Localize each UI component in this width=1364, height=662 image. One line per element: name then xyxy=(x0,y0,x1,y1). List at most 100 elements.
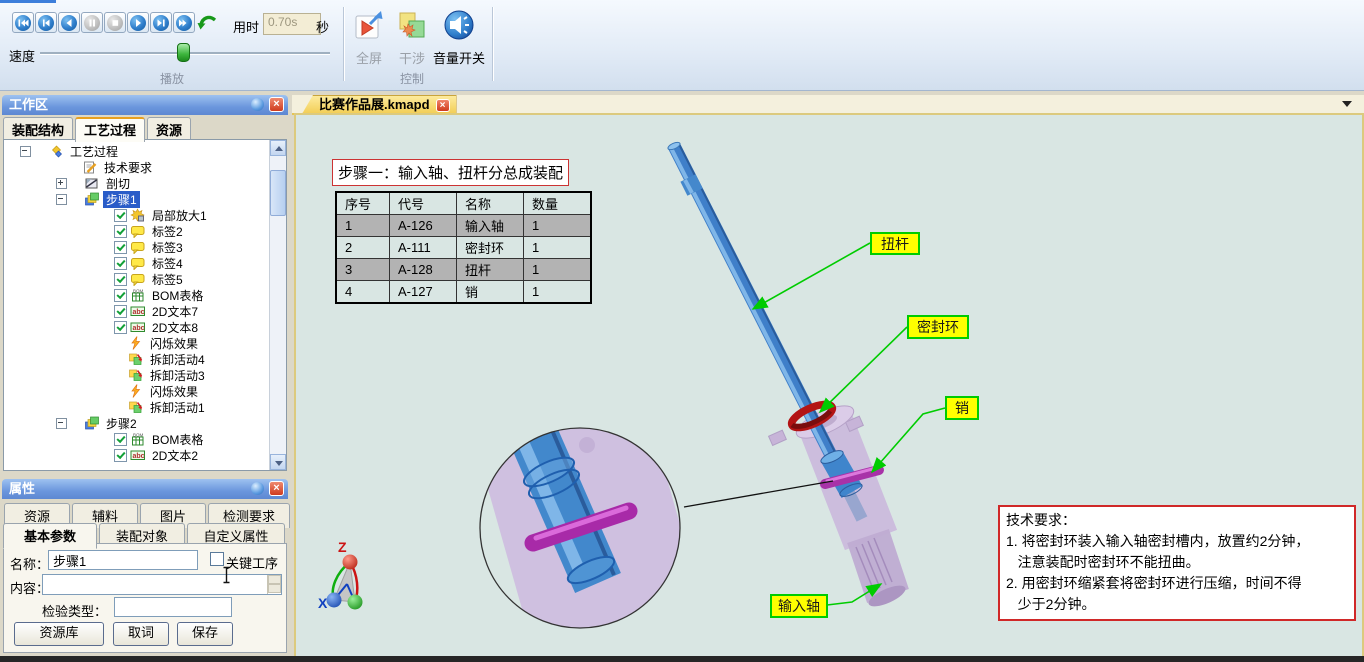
tree-item-2D文本2[interactable]: abc2D文本2 xyxy=(4,447,269,463)
tree-item-标签3[interactable]: 标签3 xyxy=(4,239,269,255)
bom-icon: BOM xyxy=(130,432,145,446)
input-shaft-housing[interactable] xyxy=(769,399,909,610)
visibility-checkbox[interactable] xyxy=(114,449,127,462)
elapsed-time-label: 用时 xyxy=(233,17,259,36)
tree-item-工艺过程[interactable]: 工艺过程 xyxy=(4,143,269,159)
tree-item-剖切[interactable]: 剖切 xyxy=(4,175,269,191)
part-label-seal-ring: 密封环 xyxy=(907,315,969,339)
autohide-pin-icon[interactable] xyxy=(251,482,264,495)
interference-button[interactable]: 干涉 xyxy=(393,10,431,67)
expand-icon[interactable] xyxy=(56,178,67,189)
tab-overflow-icon[interactable] xyxy=(1342,101,1352,107)
axis-triad[interactable]: Z X xyxy=(318,539,363,611)
bom-header-cell: 名称 xyxy=(457,192,524,215)
取词-button[interactable]: 取词 xyxy=(113,622,169,646)
pause-button[interactable] xyxy=(81,12,103,33)
tree-item-拆卸活动3[interactable]: 拆卸活动3 xyxy=(4,367,269,383)
bom-row: 1A-126输入轴1 xyxy=(336,215,591,237)
tree-item-标签2[interactable]: 标签2 xyxy=(4,223,269,239)
tree-item-label: 标签2 xyxy=(149,223,186,240)
scroll-up-icon[interactable] xyxy=(270,140,286,156)
tree-item-闪烁效果[interactable]: 闪烁效果 xyxy=(4,383,269,399)
bom-header-cell: 代号 xyxy=(390,192,457,215)
scroll-down-icon[interactable] xyxy=(270,454,286,470)
bom-cell: 1 xyxy=(524,259,592,281)
bom-row: 4A-127销1 xyxy=(336,281,591,304)
visibility-checkbox[interactable] xyxy=(114,321,127,334)
spinner-icon[interactable] xyxy=(267,575,281,594)
skip-start-button[interactable] xyxy=(12,12,34,33)
skip-end-button[interactable] xyxy=(173,12,195,33)
key-process-checkbox[interactable] xyxy=(210,552,224,566)
资源库-button[interactable]: 资源库 xyxy=(14,622,104,646)
close-document-icon[interactable]: × xyxy=(436,99,450,112)
collapse-icon[interactable] xyxy=(56,194,67,205)
bom-cell: 密封环 xyxy=(457,237,524,259)
check-type-input[interactable] xyxy=(114,597,232,617)
workspace-close-icon[interactable]: × xyxy=(269,97,284,112)
prop-tab-基本参数[interactable]: 基本参数 xyxy=(3,523,97,549)
name-input[interactable] xyxy=(48,550,198,570)
bom-cell: A-126 xyxy=(390,215,457,237)
tree-item-局部放大1[interactable]: 局部放大1 xyxy=(4,207,269,223)
visibility-checkbox[interactable] xyxy=(114,305,127,318)
play-back-icon xyxy=(62,16,76,30)
scrollbar-thumb[interactable] xyxy=(270,170,286,216)
speed-slider-thumb[interactable] xyxy=(177,43,190,62)
tree-item-BOM表格[interactable]: BOMBOM表格 xyxy=(4,431,269,447)
fullscreen-button[interactable]: 全屏 xyxy=(348,10,390,67)
interference-icon xyxy=(396,10,428,42)
loop-button[interactable] xyxy=(196,12,218,33)
visibility-checkbox[interactable] xyxy=(114,273,127,286)
tree-item-BOM表格[interactable]: BOMBOM表格 xyxy=(4,287,269,303)
techreq-icon xyxy=(82,160,97,174)
collapse-icon[interactable] xyxy=(20,146,31,157)
bom-cell: 3 xyxy=(336,259,390,281)
tree-item-2D文本7[interactable]: abc2D文本7 xyxy=(4,303,269,319)
collapse-icon[interactable] xyxy=(56,418,67,429)
tree-scrollbar[interactable] xyxy=(269,140,286,470)
visibility-checkbox[interactable] xyxy=(114,289,127,302)
tree-item-闪烁效果[interactable]: 闪烁效果 xyxy=(4,335,269,351)
bom-cell: 1 xyxy=(524,237,592,259)
autohide-pin-icon[interactable] xyxy=(251,98,264,111)
play-button[interactable] xyxy=(127,12,149,33)
tree-item-标签5[interactable]: 标签5 xyxy=(4,271,269,287)
3d-viewport[interactable]: Z X 步骤一：输入轴、扭杆分总成装配 序号代号名称数量1A-126输入轴12A… xyxy=(294,113,1364,658)
bubble-icon xyxy=(130,224,145,238)
step-next-button[interactable] xyxy=(150,12,172,33)
visibility-checkbox[interactable] xyxy=(114,257,127,270)
play-icon xyxy=(131,16,145,30)
tree-item-步骤2[interactable]: 步骤2 xyxy=(4,415,269,431)
properties-close-icon[interactable]: × xyxy=(269,481,284,496)
stop-button[interactable] xyxy=(104,12,126,33)
content-input[interactable] xyxy=(42,574,282,595)
tree-item-2D文本8[interactable]: abc2D文本8 xyxy=(4,319,269,335)
elapsed-time-field[interactable]: 0.70s xyxy=(263,13,321,35)
visibility-checkbox[interactable] xyxy=(114,225,127,238)
step-prev-button[interactable] xyxy=(35,12,57,33)
activity-icon xyxy=(128,352,143,366)
bom-table: 序号代号名称数量1A-126输入轴12A-111密封环13A-128扭杆14A-… xyxy=(335,191,592,304)
tree-item-label: BOM表格 xyxy=(149,287,206,304)
abc-icon: abc xyxy=(130,320,145,334)
tree-item-步骤1[interactable]: 步骤1 xyxy=(4,191,269,207)
volume-toggle-button[interactable]: 音量开关 xyxy=(431,10,487,67)
tree-item-拆卸活动4[interactable]: 拆卸活动4 xyxy=(4,351,269,367)
workspace-tab-工艺过程[interactable]: 工艺过程 xyxy=(75,117,145,142)
tree-item-技术要求[interactable]: 技术要求 xyxy=(4,159,269,175)
play-back-button[interactable] xyxy=(58,12,80,33)
svg-text:abc: abc xyxy=(133,309,145,316)
visibility-checkbox[interactable] xyxy=(114,241,127,254)
document-tab[interactable]: 比赛作品展.kmapd × xyxy=(302,95,457,114)
tree-item-拆卸活动1[interactable]: 拆卸活动1 xyxy=(4,399,269,415)
playback-group-label: 播放 xyxy=(160,70,184,87)
tree-item-标签4[interactable]: 标签4 xyxy=(4,255,269,271)
bom-cell: A-111 xyxy=(390,237,457,259)
tree-item-label: 步骤1 xyxy=(103,191,140,208)
保存-button[interactable]: 保存 xyxy=(177,622,233,646)
visibility-checkbox[interactable] xyxy=(114,209,127,222)
bubble-icon xyxy=(130,272,145,286)
volume-icon xyxy=(442,10,476,42)
visibility-checkbox[interactable] xyxy=(114,433,127,446)
